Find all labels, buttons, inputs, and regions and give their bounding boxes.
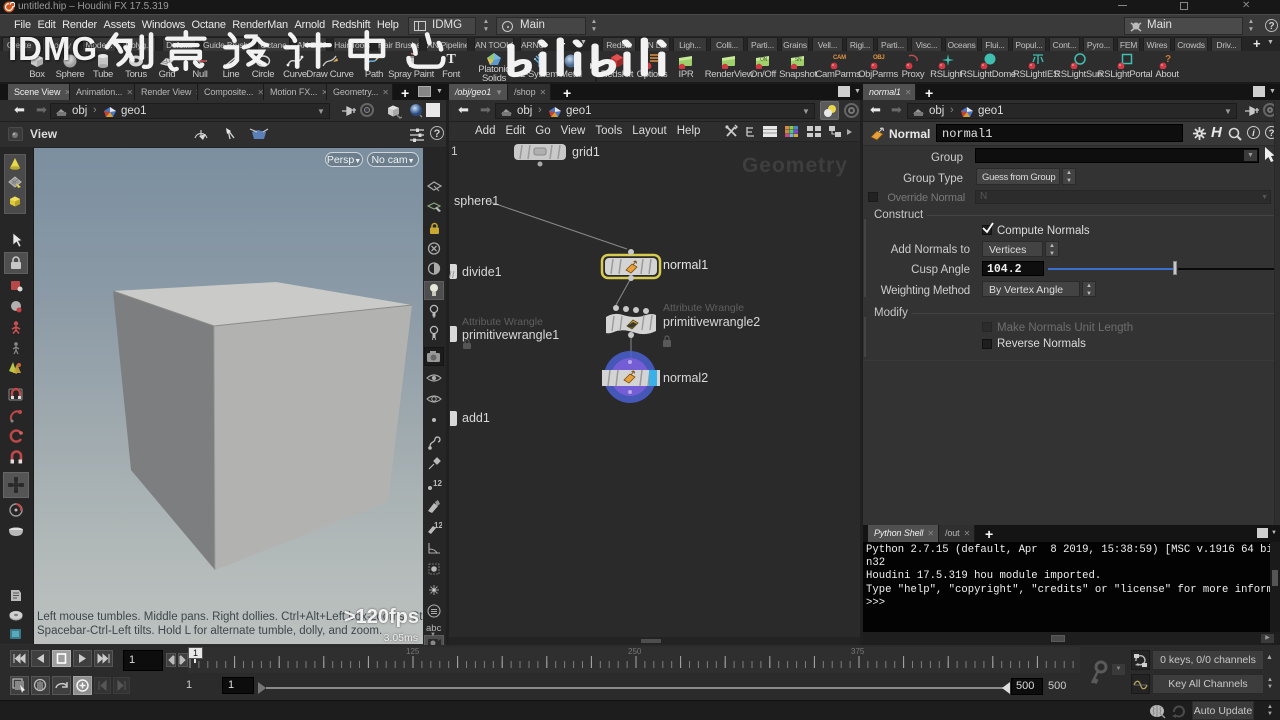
svg-text:CAM: CAM xyxy=(833,55,846,61)
svg-text:?: ? xyxy=(1165,54,1171,65)
svg-text:12: 12 xyxy=(434,521,442,530)
svg-text:OBJ: OBJ xyxy=(873,55,884,61)
svg-text:SN: SN xyxy=(795,57,802,63)
svg-text:12: 12 xyxy=(433,479,442,488)
svg-text:ON: ON xyxy=(760,57,768,63)
